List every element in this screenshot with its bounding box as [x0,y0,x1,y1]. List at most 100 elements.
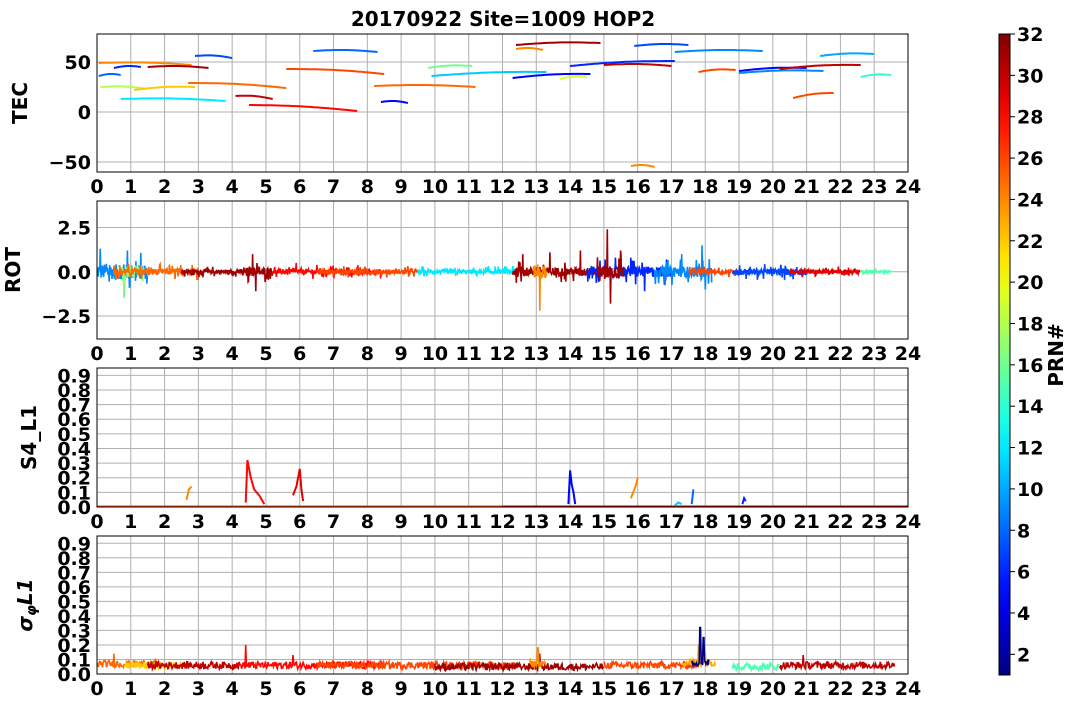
x-tick-label: 20 [760,176,786,198]
colorbar: 2468101214161820222426283032PRN# [998,24,1068,676]
colorbar-tick-label: 20 [1017,272,1043,294]
tec-series-prn-24 [630,164,655,168]
x-tick-label: 18 [692,343,718,365]
x-tick-label: 16 [624,511,650,533]
x-tick-label: 6 [293,343,306,365]
y-tick-label: −50 [49,152,91,174]
x-tick-label: 2 [158,678,171,700]
x-tick-label: 10 [422,511,448,533]
rot-series-prn-31 [596,229,625,304]
x-tick-label: 13 [523,176,549,198]
x-tick-label: 8 [361,176,374,198]
x-tick-label: 22 [827,176,853,198]
tec-series-prn-24 [515,47,544,51]
x-tick-label: 21 [793,511,819,533]
tec-series-prn-26 [698,68,736,73]
x-tick-label: 10 [422,678,448,700]
colorbar-tick-label: 32 [1017,24,1043,46]
rot-series-prn-9 [653,245,713,290]
x-tick-label: 21 [793,176,819,198]
tec-series-prn-25 [374,84,476,88]
tec-series-prn-10 [819,52,875,57]
x-tick-label: 2 [158,343,171,365]
colorbar-tick-label: 10 [1017,479,1043,501]
tec-series-prn-5 [380,100,409,104]
colorbar-tick-label: 8 [1017,520,1030,542]
x-tick-label: 5 [259,678,272,700]
x-tick-label: 12 [489,678,515,700]
sigma-phi-series-prn-31 [434,653,605,674]
colorbar-gradient [998,33,1011,676]
s4-series-prn-29 [292,468,305,502]
x-tick-label: 10 [422,343,448,365]
colorbar-tick-label: 26 [1017,148,1043,170]
y-axis-label: TEC [8,82,32,124]
colorbar-tick-label: 14 [1017,396,1043,418]
y-axis-label: σφL1 [13,578,40,631]
y-tick-label: 2.5 [57,218,91,240]
x-tick-label: 11 [455,343,481,365]
s4-series-prn-8 [690,489,695,505]
x-tick-label: 16 [624,678,650,700]
x-tick-label: 24 [895,176,921,198]
tec-series-prn-25 [188,82,287,89]
x-tick-label: 3 [192,511,205,533]
x-tick-label: 3 [192,678,205,700]
colorbar-tick-label: 30 [1017,65,1043,87]
colorbar-tick-label: 24 [1017,189,1043,211]
x-tick-label: 9 [395,343,408,365]
x-tick-label: 11 [455,511,481,533]
x-tick-label: 18 [692,511,718,533]
x-tick-label: 10 [422,176,448,198]
colorbar-tick-label: 2 [1017,644,1030,666]
y-tick-label: −2.5 [41,306,91,328]
x-tick-label: 15 [591,511,617,533]
tec-series-prn-31 [147,65,209,69]
x-tick-label: 21 [793,678,819,700]
x-tick-label: 23 [861,176,887,198]
y-tick-label: 0.0 [57,664,91,686]
tec-series-prn-30 [235,94,273,100]
colorbar-tick-label: 22 [1017,231,1043,253]
colorbar-tick-label: 18 [1017,313,1043,335]
x-tick-label: 20 [760,343,786,365]
rot-series-prn-29 [788,266,861,278]
s4-series-prn-24 [185,485,193,500]
x-tick-label: 1 [124,343,137,365]
x-tick-label: 7 [327,343,340,365]
colorbar-tick-label: 16 [1017,355,1043,377]
x-tick-label: 19 [726,511,752,533]
panels: 0 1 2 3 4 5 6 7 8 9 10 11 12 13 14 15 16 17 18 19 20 21 22 23 24… [1,33,921,700]
tec-series-prn-19 [559,75,588,80]
rot-series-prn-31 [245,254,274,292]
figure: 20170922 Site=1009 HOP2 0 1 2 3 4 5 6 7 8 9 10 11 12… [1,7,1068,700]
tec-series-prn-9 [674,49,763,53]
x-tick-label: 24 [895,343,921,365]
x-tick-label: 13 [523,678,549,700]
tec-series-prn-26 [792,92,834,99]
tec-series-prn-28 [249,104,358,112]
tec-series-prn-24 [98,61,192,66]
x-tick-label: 15 [591,176,617,198]
x-tick-label: 11 [455,678,481,700]
s4-series-prn-5 [567,470,577,505]
tec-series-prn-7 [634,43,689,47]
x-tick-label: 6 [293,678,306,700]
x-tick-label: 7 [327,511,340,533]
tec-series-prn-30 [779,63,861,70]
x-tick-label: 21 [793,343,819,365]
x-tick-label: 4 [226,343,239,365]
x-tick-label: 12 [489,511,515,533]
x-tick-label: 2 [158,176,171,198]
tec-series-prn-9 [738,69,824,74]
y-tick-label: 0.0 [57,497,91,519]
chart-title: 20170922 Site=1009 HOP2 [351,7,655,31]
x-tick-label: 20 [760,511,786,533]
x-tick-label: 17 [658,343,684,365]
x-tick-label: 11 [455,176,481,198]
x-tick-label: 19 [726,343,752,365]
data-lines [98,41,892,168]
colorbar-tick-label: 6 [1017,562,1030,584]
x-tick-label: 5 [259,343,272,365]
data-lines [97,626,896,674]
